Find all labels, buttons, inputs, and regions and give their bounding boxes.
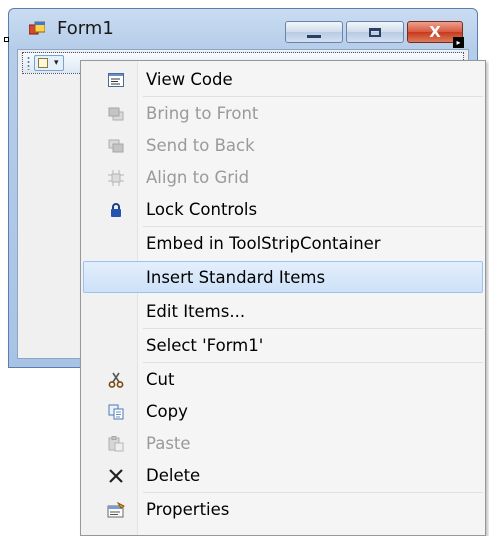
chevron-down-icon: ▾ [54,58,59,68]
maximize-button[interactable] [346,21,404,43]
paste-icon [107,436,125,452]
align-to-grid-icon [107,170,125,186]
menu-item-label: Lock Controls [146,200,258,219]
menu-item-lock-controls[interactable]: Lock Controls [83,193,483,225]
menu-item-label: Copy [146,402,188,421]
minimize-button[interactable] [285,21,343,43]
window-title: Form1 [57,18,114,39]
copy-icon [107,404,125,420]
menu-item-label: Paste [146,434,191,453]
close-icon: X [429,22,441,41]
menu-item-delete[interactable]: Delete [83,459,483,491]
form-icon [28,21,46,37]
view-code-icon [107,72,125,88]
menu-item-align-to-grid[interactable]: Align to Grid [83,161,483,193]
scissors-icon [107,372,125,388]
menu-item-view-code[interactable]: View Code [83,63,483,95]
menu-item-label: Embed in ToolStripContainer [146,234,381,253]
menu-item-embed-in-toolstripcontainer[interactable]: Embed in ToolStripContainer [83,227,483,259]
minimize-icon [307,34,321,38]
menu-item-label: Properties [146,500,230,519]
menu-item-insert-standard-items[interactable]: Insert Standard Items [83,261,483,293]
menu-item-label: Insert Standard Items [146,268,326,287]
maximize-icon [369,27,381,37]
menu-item-paste[interactable]: Paste [83,427,483,459]
menu-item-label: Bring to Front [146,104,259,123]
menu-item-copy[interactable]: Copy [83,395,483,427]
menu-item-edit-items[interactable]: Edit Items... [83,295,483,327]
add-toolstrip-item-button[interactable]: ▾ [34,55,64,71]
title-bar[interactable]: Form1 X [9,9,477,49]
menu-item-label: View Code [146,70,233,89]
menu-item-label: Edit Items... [146,302,246,321]
new-item-icon [38,58,48,68]
menu-item-bring-to-front[interactable]: Bring to Front [83,97,483,129]
menu-item-label: Cut [146,370,175,389]
menu-item-label: Delete [146,466,201,485]
resize-grip-icon[interactable]: ▸ [453,37,464,48]
bring-to-front-icon [107,106,125,122]
menu-item-label: Select 'Form1' [146,336,264,355]
menu-item-select-form1[interactable]: Select 'Form1' [83,329,483,361]
toolstrip-grip-icon[interactable] [27,56,30,70]
menu-item-label: Align to Grid [146,168,250,187]
menu-item-properties[interactable]: Properties [83,493,483,525]
context-menu: View Code Bring to Front Send to Back Al… [80,60,486,536]
menu-item-send-to-back[interactable]: Send to Back [83,129,483,161]
menu-item-cut[interactable]: Cut [83,363,483,395]
delete-icon [107,468,125,484]
properties-icon [107,502,125,518]
menu-item-label: Send to Back [146,136,255,155]
selection-handle[interactable] [4,37,9,42]
lock-icon [107,202,125,218]
send-to-back-icon [107,138,125,154]
